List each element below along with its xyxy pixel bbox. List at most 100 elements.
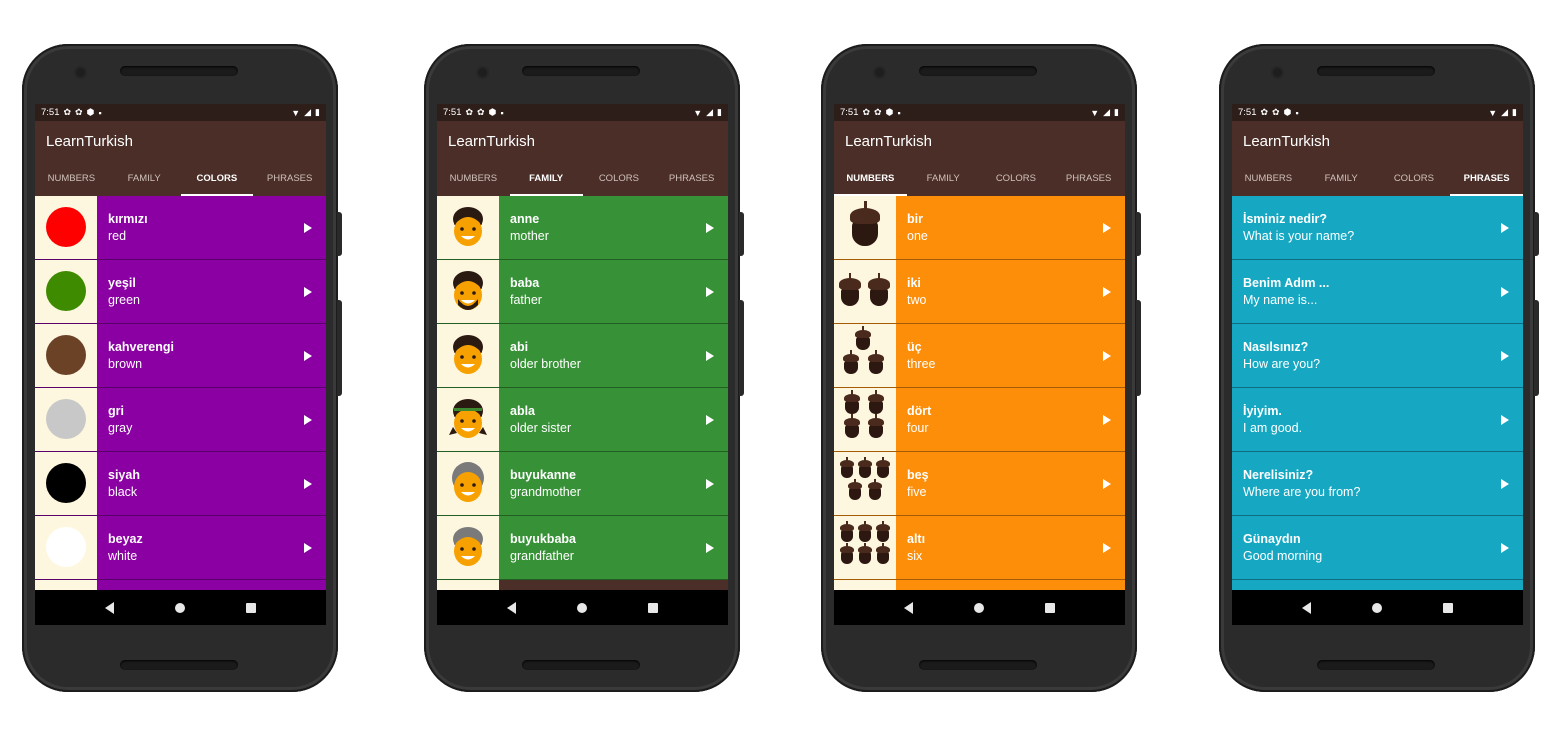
play-icon[interactable] — [1501, 478, 1509, 489]
home-icon[interactable] — [576, 603, 587, 613]
list-item[interactable]: kırmızı red — [35, 196, 326, 260]
list-item[interactable]: üç three — [834, 324, 1125, 388]
list-item-partial — [437, 580, 728, 590]
english-translation: How are you? — [1243, 357, 1321, 371]
play-icon[interactable] — [1103, 414, 1111, 425]
play-icon[interactable] — [706, 286, 714, 297]
list-item[interactable]: Günaydın Good morning — [1232, 516, 1523, 580]
phone-numbers: 7:51 ✿ ✿ ⬢ ▪ ▼ ◢ ▮ LearnTurkish NUMBERS FAMILY COLO… — [821, 44, 1141, 692]
list-item[interactable]: buyukbaba grandfather — [437, 516, 728, 580]
play-icon[interactable] — [304, 350, 312, 361]
item-image — [35, 388, 97, 451]
back-icon[interactable] — [1302, 602, 1312, 614]
list-item[interactable]: kahverengi brown — [35, 324, 326, 388]
home-icon[interactable] — [973, 603, 984, 613]
navigation-bar — [834, 590, 1125, 625]
status-time: 7:51 — [41, 107, 60, 118]
play-icon[interactable] — [1501, 286, 1509, 297]
tab-numbers[interactable]: NUMBERS — [437, 162, 510, 196]
play-icon[interactable] — [304, 286, 312, 297]
tab-family[interactable]: FAMILY — [108, 162, 181, 196]
app-bar-title: LearnTurkish — [834, 121, 1125, 162]
tab-numbers[interactable]: NUMBERS — [834, 162, 907, 196]
tab-numbers[interactable]: NUMBERS — [35, 162, 108, 196]
play-icon[interactable] — [1103, 222, 1111, 233]
tab-family[interactable]: FAMILY — [1305, 162, 1378, 196]
recents-icon[interactable] — [245, 603, 256, 613]
grandfather-icon — [453, 527, 483, 566]
recents-icon[interactable] — [1442, 603, 1453, 613]
list-item[interactable]: siyah black — [35, 452, 326, 516]
play-icon[interactable] — [1103, 542, 1111, 553]
home-icon[interactable] — [1371, 603, 1382, 613]
tab-phrases[interactable]: PHRASES — [1052, 162, 1125, 196]
tab-family[interactable]: FAMILY — [907, 162, 980, 196]
status-bar: 7:51 ✿ ✿ ⬢ ▪ ▼ ◢ ▮ — [437, 104, 728, 121]
item-text: Günaydın Good morning — [1232, 516, 1523, 579]
tab-family[interactable]: FAMILY — [509, 162, 583, 196]
turkish-word: kahverengi — [108, 340, 175, 354]
play-icon[interactable] — [1501, 542, 1509, 553]
list-item[interactable]: beyaz white — [35, 516, 326, 580]
play-icon[interactable] — [706, 222, 714, 233]
play-icon[interactable] — [706, 414, 714, 425]
turkish-word: gri — [108, 404, 124, 418]
play-icon[interactable] — [706, 478, 714, 489]
acorn-icon — [876, 520, 890, 542]
list-item[interactable]: İsminiz nedir? What is your name? — [1232, 196, 1523, 260]
list-item[interactable]: yeşil green — [35, 260, 326, 324]
item-text-group: gri gray — [108, 404, 132, 435]
list-item[interactable]: Nasılsınız? How are you? — [1232, 324, 1523, 388]
acorn-icon — [839, 273, 861, 306]
list-item[interactable]: Nerelisiniz? Where are you from? — [1232, 452, 1523, 516]
list-item[interactable]: Benim Adım ... My name is... — [1232, 260, 1523, 324]
list-item[interactable]: baba father — [437, 260, 728, 324]
list-item[interactable]: buyukanne grandmother — [437, 452, 728, 516]
acorn-icon — [844, 390, 860, 414]
color-swatch — [46, 335, 86, 375]
play-icon[interactable] — [304, 414, 312, 425]
play-icon[interactable] — [1103, 350, 1111, 361]
back-icon[interactable] — [105, 602, 115, 614]
play-icon[interactable] — [1501, 350, 1509, 361]
list-item[interactable]: anne mother — [437, 196, 728, 260]
play-icon[interactable] — [304, 478, 312, 489]
list-item[interactable]: bir one — [834, 196, 1125, 260]
play-icon[interactable] — [1501, 414, 1509, 425]
tab-colors[interactable]: COLORS — [180, 162, 254, 196]
item-text: beş five — [896, 452, 1125, 515]
play-icon[interactable] — [304, 222, 312, 233]
list-item[interactable]: gri gray — [35, 388, 326, 452]
play-icon[interactable] — [706, 350, 714, 361]
list-item[interactable]: iki two — [834, 260, 1125, 324]
play-icon[interactable] — [1103, 286, 1111, 297]
tab-numbers[interactable]: NUMBERS — [1232, 162, 1305, 196]
recents-icon[interactable] — [647, 603, 658, 613]
back-icon[interactable] — [904, 602, 914, 614]
back-icon[interactable] — [507, 602, 517, 614]
list-item[interactable]: İyiyim. I am good. — [1232, 388, 1523, 452]
list-item[interactable]: altı six — [834, 516, 1125, 580]
home-icon[interactable] — [174, 603, 185, 613]
tab-colors[interactable]: COLORS — [583, 162, 656, 196]
english-translation: My name is... — [1243, 293, 1318, 307]
play-icon[interactable] — [706, 542, 714, 553]
app-bar-title: LearnTurkish — [437, 121, 728, 162]
tab-phrases[interactable]: PHRASES — [655, 162, 728, 196]
tab-colors[interactable]: COLORS — [1378, 162, 1451, 196]
play-icon[interactable] — [1501, 222, 1509, 233]
tab-phrases[interactable]: PHRASES — [1450, 162, 1523, 196]
play-icon[interactable] — [1103, 478, 1111, 489]
list-item[interactable]: abi older brother — [437, 324, 728, 388]
list-item[interactable]: dört four — [834, 388, 1125, 452]
item-image — [437, 452, 499, 515]
play-icon[interactable] — [304, 542, 312, 553]
item-text: Benim Adım ... My name is... — [1232, 260, 1523, 323]
tab-colors[interactable]: COLORS — [980, 162, 1053, 196]
phone-family: 7:51 ✿ ✿ ⬢ ▪ ▼ ◢ ▮ LearnTurkish NUMBERS FAMILY COLO… — [424, 44, 744, 692]
tab-phrases[interactable]: PHRASES — [253, 162, 326, 196]
turkish-word: buyukbaba — [510, 532, 576, 546]
list-item[interactable]: abla older sister — [437, 388, 728, 452]
recents-icon[interactable] — [1044, 603, 1055, 613]
list-item[interactable]: beş five — [834, 452, 1125, 516]
